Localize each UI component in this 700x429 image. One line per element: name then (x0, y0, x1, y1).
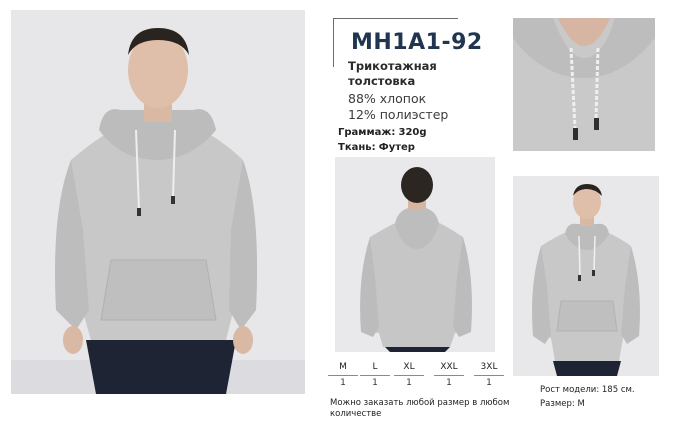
size-cell: 3XL 1 (474, 362, 504, 388)
main-front-photo (11, 10, 305, 394)
neck-detail-photo (513, 18, 655, 151)
size-cell: XXL 1 (434, 362, 464, 388)
model-photo (513, 176, 659, 376)
product-type-line1: Трикотажная (348, 59, 437, 73)
size-divider (360, 375, 390, 376)
weight-spec: Граммаж: 320g (338, 127, 427, 138)
model-size: Размер: M (540, 399, 585, 409)
size-label: L (372, 362, 378, 372)
product-type-line2: толстовка (348, 74, 416, 88)
size-qty: 1 (486, 378, 492, 388)
size-qty: 1 (406, 378, 412, 388)
size-label: XXL (440, 362, 458, 372)
fabric-label: Ткань: (338, 142, 376, 153)
size-cell: XL 1 (394, 362, 424, 388)
composition-cotton: 88% хлопок (348, 91, 427, 106)
size-divider (394, 375, 424, 376)
size-label: XL (403, 362, 415, 372)
product-type: Трикотажная толстовка (348, 59, 488, 89)
weight-label: Граммаж: (338, 127, 396, 138)
size-cell: L 1 (360, 362, 390, 388)
fabric-spec: Ткань: Футер (338, 142, 415, 153)
size-divider (434, 375, 464, 376)
size-divider (474, 375, 504, 376)
size-cell: M 1 (328, 362, 358, 388)
weight-value: 320g (398, 127, 427, 138)
model-height: Рост модели: 185 см. (540, 385, 635, 395)
product-code: MH1A1-92 (351, 30, 483, 55)
back-photo (335, 157, 495, 352)
order-note: Можно заказать любой размер в любом коли… (330, 398, 510, 419)
size-label: M (339, 362, 347, 372)
composition-polyester: 12% полиэстер (348, 107, 449, 122)
size-qty: 1 (340, 378, 346, 388)
size-qty: 1 (446, 378, 452, 388)
fabric-value: Футер (378, 142, 415, 153)
size-label: 3XL (480, 362, 498, 372)
size-divider (328, 375, 358, 376)
size-qty: 1 (372, 378, 378, 388)
